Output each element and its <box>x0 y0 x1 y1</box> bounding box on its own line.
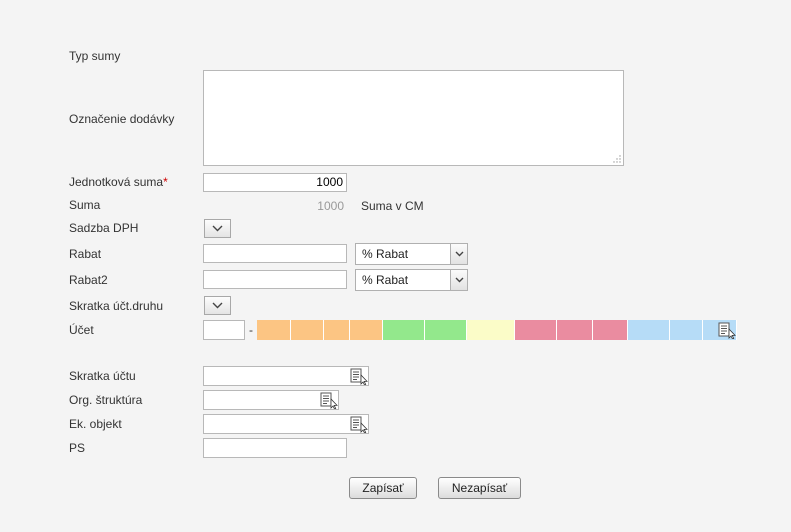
rabat2-type-select[interactable]: % Rabat <box>355 269 468 291</box>
rabat-label: Rabat <box>69 247 102 261</box>
suma-currency-note: Suma v CM <box>361 199 424 213</box>
rabat-type-select[interactable]: % Rabat <box>355 243 468 265</box>
ucet-separator: - <box>249 323 253 337</box>
cancel-button[interactable]: Nezapísať <box>438 477 521 499</box>
sadzba-dph-label: Sadzba DPH <box>69 221 139 235</box>
lookup-list-icon[interactable] <box>350 416 368 433</box>
ps-label: PS <box>69 441 86 455</box>
ucet-segment[interactable] <box>670 320 703 340</box>
ucet-segment[interactable] <box>383 320 425 340</box>
skratka-uct-druhu-label: Skratka účt.druhu <box>69 299 164 313</box>
rabat2-label: Rabat2 <box>69 273 108 287</box>
chevron-down-icon <box>212 302 223 309</box>
skratka-uctu-input[interactable] <box>203 366 369 386</box>
oznacenie-dodavky-label: Označenie dodávky <box>69 112 175 126</box>
skratka-uctu-label: Skratka účtu <box>69 369 136 383</box>
ps-input[interactable] <box>203 438 347 458</box>
ucet-segment[interactable] <box>593 320 628 340</box>
chevron-down-icon <box>212 225 223 232</box>
org-struktura-input[interactable] <box>203 390 339 410</box>
rabat-input[interactable] <box>203 244 347 263</box>
ucet-segment[interactable] <box>628 320 670 340</box>
suma-label: Suma <box>69 198 101 212</box>
lookup-list-icon[interactable] <box>320 392 338 409</box>
ucet-segment[interactable] <box>324 320 350 340</box>
resize-grip-icon[interactable] <box>613 155 621 163</box>
skratka-uct-druhu-dropdown[interactable] <box>204 296 231 315</box>
chevron-down-icon <box>455 277 464 283</box>
ucet-segment[interactable] <box>467 320 515 340</box>
ucet-segment[interactable] <box>425 320 467 340</box>
ucet-segment[interactable] <box>350 320 383 340</box>
ucet-segment[interactable] <box>515 320 557 340</box>
suma-value: 1000 <box>317 199 344 213</box>
lookup-list-icon[interactable] <box>718 322 736 339</box>
ucet-prefix-input[interactable] <box>203 320 245 340</box>
ucet-label: Účet <box>69 323 94 337</box>
ucet-segment[interactable] <box>291 320 324 340</box>
rabat2-input[interactable] <box>203 270 347 289</box>
ucet-segment[interactable] <box>257 320 291 340</box>
ek-objekt-input[interactable] <box>203 414 369 434</box>
chevron-down-icon <box>455 251 464 257</box>
required-mark: * <box>163 175 168 189</box>
jednotkova-suma-input[interactable]: 1000 <box>203 173 347 192</box>
oznacenie-dodavky-textarea[interactable] <box>203 70 624 166</box>
typ-sumy-label: Typ sumy <box>69 49 121 63</box>
sadzba-dph-dropdown[interactable] <box>204 219 231 238</box>
org-struktura-label: Org. štruktúra <box>69 393 143 407</box>
ucet-segment[interactable] <box>557 320 593 340</box>
lookup-list-icon[interactable] <box>350 368 368 385</box>
jednotkova-suma-label: Jednotková suma* <box>69 175 168 189</box>
ek-objekt-label: Ek. objekt <box>69 417 122 431</box>
save-button[interactable]: Zapísať <box>349 477 417 499</box>
